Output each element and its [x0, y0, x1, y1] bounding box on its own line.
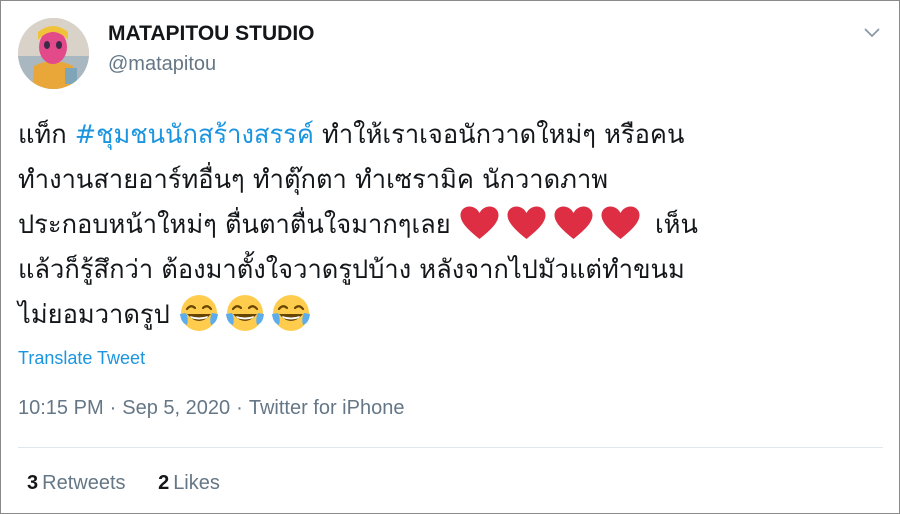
tweet-text-segment: แล้วก็รู้สึกว่า ต้องมาตั้งใจวาดรูปบ้าง ห… — [18, 255, 685, 285]
hashtag-link[interactable]: #ชุมชนนักสร้างสรรค์ — [75, 120, 314, 150]
tweet-text-segment: ทำงานสายอาร์ทอื่นๆ ทำตุ๊กตา ทำเซรามิค นั… — [18, 165, 609, 195]
tweet-metadata: 10:15 PM · Sep 5, 2020 · Twitter for iPhone — [18, 397, 404, 420]
avatar-image-icon — [18, 18, 89, 89]
likes-count: 2 — [158, 472, 170, 494]
divider — [18, 447, 883, 448]
likes-label: Likes — [173, 472, 220, 494]
tweet-text-segment: ประกอบหน้าใหม่ๆ ตื่นตาตื่นใจมากๆเลย — [18, 210, 459, 240]
red-heart-icon — [459, 205, 500, 241]
translate-tweet-link[interactable]: Translate Tweet — [18, 348, 145, 369]
face-with-tears-of-joy-icon — [224, 292, 266, 334]
tweet-text-segment: เห็น — [646, 210, 698, 240]
red-heart-icon — [553, 205, 594, 241]
face-with-tears-of-joy-icon — [178, 292, 220, 334]
tweet-line: ไม่ยอมวาดรูป — [18, 293, 888, 338]
face-with-tears-of-joy-icon — [270, 292, 312, 334]
meta-separator: · — [109, 397, 117, 419]
tweet-time[interactable]: 10:15 PM — [18, 397, 104, 419]
tweet-text-segment: ทำให้เราเจอนักวาดใหม่ๆ หรือคน — [313, 120, 685, 150]
tweet-text-segment: แท็ก — [18, 120, 75, 150]
tweet-source-link[interactable]: Twitter for iPhone — [249, 397, 405, 419]
tweet-body: แท็ก #ชุมชนนักสร้างสรรค์ ทำให้เราเจอนักว… — [18, 113, 888, 338]
tweet-line: แล้วก็รู้สึกว่า ต้องมาตั้งใจวาดรูปบ้าง ห… — [18, 248, 888, 293]
tweet-date[interactable]: Sep 5, 2020 — [122, 397, 230, 419]
tweet-menu-button[interactable] — [858, 19, 886, 47]
author-display-name[interactable]: MATAPITOU STUDIO — [108, 22, 315, 46]
red-heart-icon — [506, 205, 547, 241]
meta-separator: · — [236, 397, 243, 419]
likes-stat[interactable]: 2 Likes — [158, 472, 220, 495]
tweet-line: ทำงานสายอาร์ทอื่นๆ ทำตุ๊กตา ทำเซรามิค นั… — [18, 158, 888, 203]
tweet-text-segment: ไม่ยอมวาดรูป — [18, 300, 178, 330]
profile-avatar[interactable] — [18, 18, 89, 89]
tweet-stats: 3 Retweets 2 Likes — [27, 472, 247, 495]
tweet-line: แท็ก #ชุมชนนักสร้างสรรค์ ทำให้เราเจอนักว… — [18, 113, 888, 158]
retweets-count: 3 — [27, 472, 39, 494]
chevron-down-icon — [864, 28, 880, 37]
tweet-line: ประกอบหน้าใหม่ๆ ตื่นตาตื่นใจมากๆเลย เห็น — [18, 203, 888, 248]
author-handle[interactable]: @matapitou — [108, 53, 216, 76]
retweets-label: Retweets — [42, 472, 126, 494]
red-heart-icon — [600, 205, 641, 241]
retweets-stat[interactable]: 3 Retweets — [27, 472, 126, 495]
tweet-card: MATAPITOU STUDIO @matapitou แท็ก #ชุมชนน… — [0, 0, 900, 514]
